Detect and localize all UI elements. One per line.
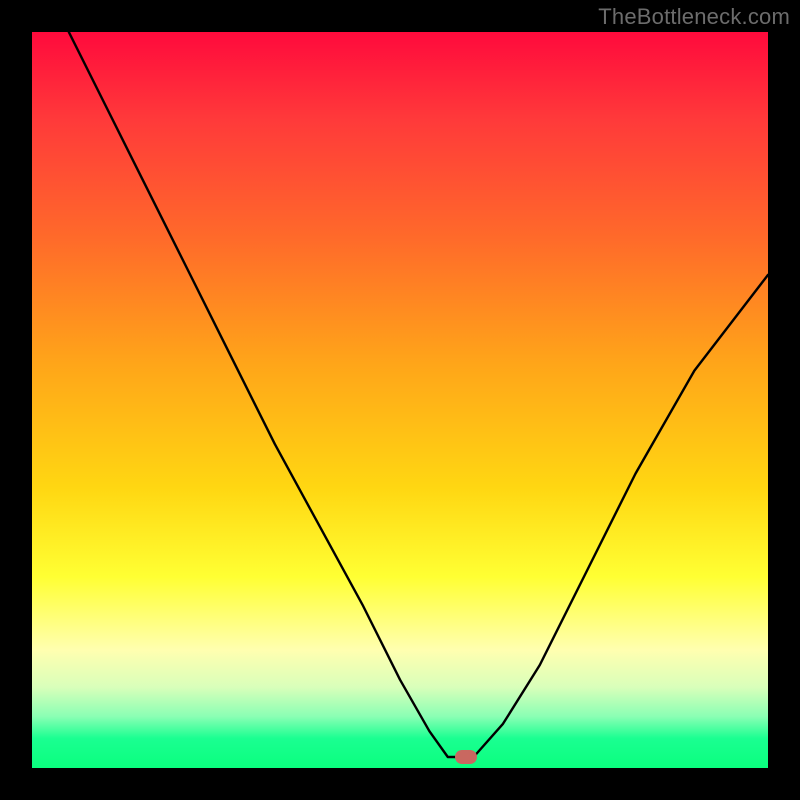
min-marker	[455, 750, 477, 764]
bottleneck-curve	[32, 32, 768, 768]
plot-area	[32, 32, 768, 768]
curve-path	[69, 32, 768, 757]
chart-frame: TheBottleneck.com	[0, 0, 800, 800]
watermark-text: TheBottleneck.com	[598, 4, 790, 30]
